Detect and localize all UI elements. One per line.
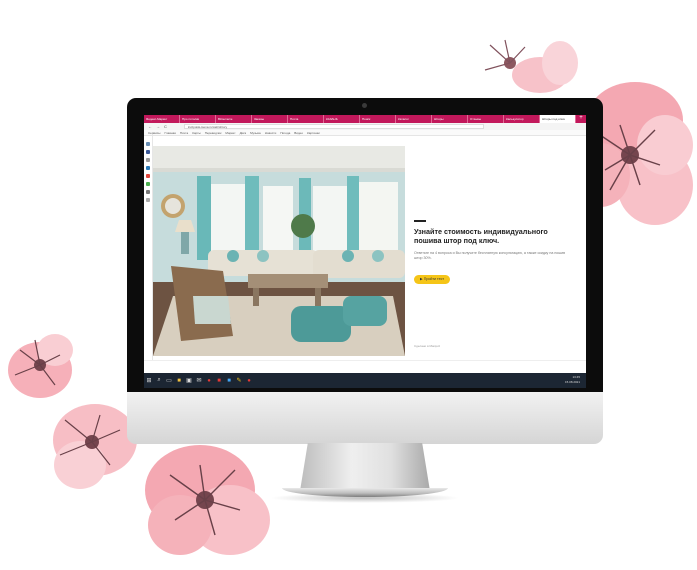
- browser-tab-active[interactable]: Шторы под ключ: [540, 115, 576, 123]
- browser-tab-bar: Яндекс-Маркет Про потолки ВКонтакте Зака…: [144, 115, 586, 123]
- clock-date: 15.08.2021: [564, 380, 580, 384]
- monitor-stand: [300, 443, 430, 491]
- quiz-intro: Узнайте стоимость индивидуального пошива…: [414, 220, 574, 285]
- windows-taskbar: ⊞ ⌕ ▭ ■ ▣ ✉ ● ■ ■ ✎ ● 13:45 15.08.2021: [144, 373, 586, 388]
- imac-monitor: Яндекс-Маркет Про потолки ВКонтакте Зака…: [127, 98, 603, 444]
- side-panel-icon[interactable]: [146, 142, 150, 146]
- forward-button[interactable]: →: [156, 124, 160, 129]
- browser-tab[interactable]: ВКонтакте: [216, 115, 252, 123]
- page-title: Узнайте стоимость индивидуального пошива…: [414, 227, 548, 246]
- browser-tab[interactable]: Поиск: [360, 115, 396, 123]
- windows-start-icon[interactable]: ⊞: [144, 376, 154, 386]
- monitor-bezel: Яндекс-Маркет Про потолки ВКонтакте Зака…: [127, 98, 603, 392]
- camera-icon: [362, 103, 367, 108]
- mail-icon[interactable]: ✉: [194, 376, 204, 386]
- side-panel-icon[interactable]: [146, 158, 150, 162]
- task-view-icon[interactable]: ▭: [164, 376, 174, 386]
- headline-accent: [414, 220, 426, 222]
- explorer-icon[interactable]: ■: [174, 376, 184, 386]
- app-icon[interactable]: ●: [244, 376, 254, 386]
- search-icon[interactable]: ⌕: [154, 376, 164, 386]
- url-field[interactable]: kvizpoisk-tsena.ru/calc/shtory: [184, 124, 484, 129]
- play-icon: ▶: [420, 277, 423, 282]
- bookmark[interactable]: Маркет: [225, 130, 235, 135]
- opera-icon[interactable]: ●: [204, 376, 214, 386]
- bookmark[interactable]: Почта: [180, 130, 188, 135]
- app-icon[interactable]: ■: [214, 376, 224, 386]
- start-quiz-label: Пройти тест: [423, 277, 445, 282]
- page-subtitle: Ответьте на 4 вопроса и Вы получите бесп…: [414, 251, 566, 261]
- clock[interactable]: 13:45 15.08.2021: [565, 375, 580, 385]
- browser-tab[interactable]: Яндекс-Маркет: [144, 115, 180, 123]
- screen: Яндекс-Маркет Про потолки ВКонтакте Зака…: [144, 115, 586, 388]
- side-panel-icon[interactable]: [146, 174, 150, 178]
- stand-shadow: [270, 493, 460, 503]
- side-panel-icon[interactable]: [146, 150, 150, 154]
- bookmark[interactable]: Главная: [164, 130, 175, 135]
- bookmark[interactable]: Новости: [265, 130, 277, 135]
- side-panel-icon[interactable]: [146, 198, 150, 202]
- side-panel-icon[interactable]: [146, 166, 150, 170]
- bookmark[interactable]: Карты: [192, 130, 201, 135]
- bookmark[interactable]: Видео: [294, 130, 303, 135]
- bookmark[interactable]: Сервисы: [148, 130, 160, 135]
- side-panel-icon[interactable]: [146, 182, 150, 186]
- browser-tab[interactable]: Почта: [288, 115, 324, 123]
- browser-tab[interactable]: Заказы: [252, 115, 288, 123]
- bookmark[interactable]: Погода: [280, 130, 290, 135]
- new-tab-button[interactable]: +: [576, 115, 586, 123]
- bookmark[interactable]: Переводчик: [205, 130, 222, 135]
- living-room-image: [153, 146, 405, 356]
- back-button[interactable]: ←: [148, 124, 152, 129]
- app-icon[interactable]: ■: [224, 376, 234, 386]
- side-panel-icon[interactable]: [146, 190, 150, 194]
- bookmark[interactable]: Диск: [240, 130, 247, 135]
- monitor-chin: [127, 392, 603, 444]
- made-with-marquiz[interactable]: Сделано в Marquiz: [414, 344, 440, 348]
- bookmarks-bar: Сервисы Главная Почта Карты Переводчик М…: [144, 130, 586, 136]
- browser-side-panel: [144, 136, 153, 375]
- browser-tab[interactable]: Про потолки: [180, 115, 216, 123]
- start-quiz-button[interactable]: ▶ Пройти тест: [414, 275, 451, 285]
- browser-tab[interactable]: Каталог: [396, 115, 432, 123]
- browser-status-bar: [144, 360, 586, 374]
- browser-tab[interactable]: Шторы: [432, 115, 468, 123]
- reload-button[interactable]: C: [164, 124, 167, 129]
- bookmark[interactable]: Картинки: [307, 130, 320, 135]
- store-icon[interactable]: ▣: [184, 376, 194, 386]
- bookmark[interactable]: Музыка: [250, 130, 261, 135]
- app-icon[interactable]: ✎: [234, 376, 244, 386]
- browser-tab[interactable]: Отзывы: [468, 115, 504, 123]
- browser-tab[interactable]: КАЗАНЬ: [324, 115, 360, 123]
- browser-tab[interactable]: Калькулятор: [504, 115, 540, 123]
